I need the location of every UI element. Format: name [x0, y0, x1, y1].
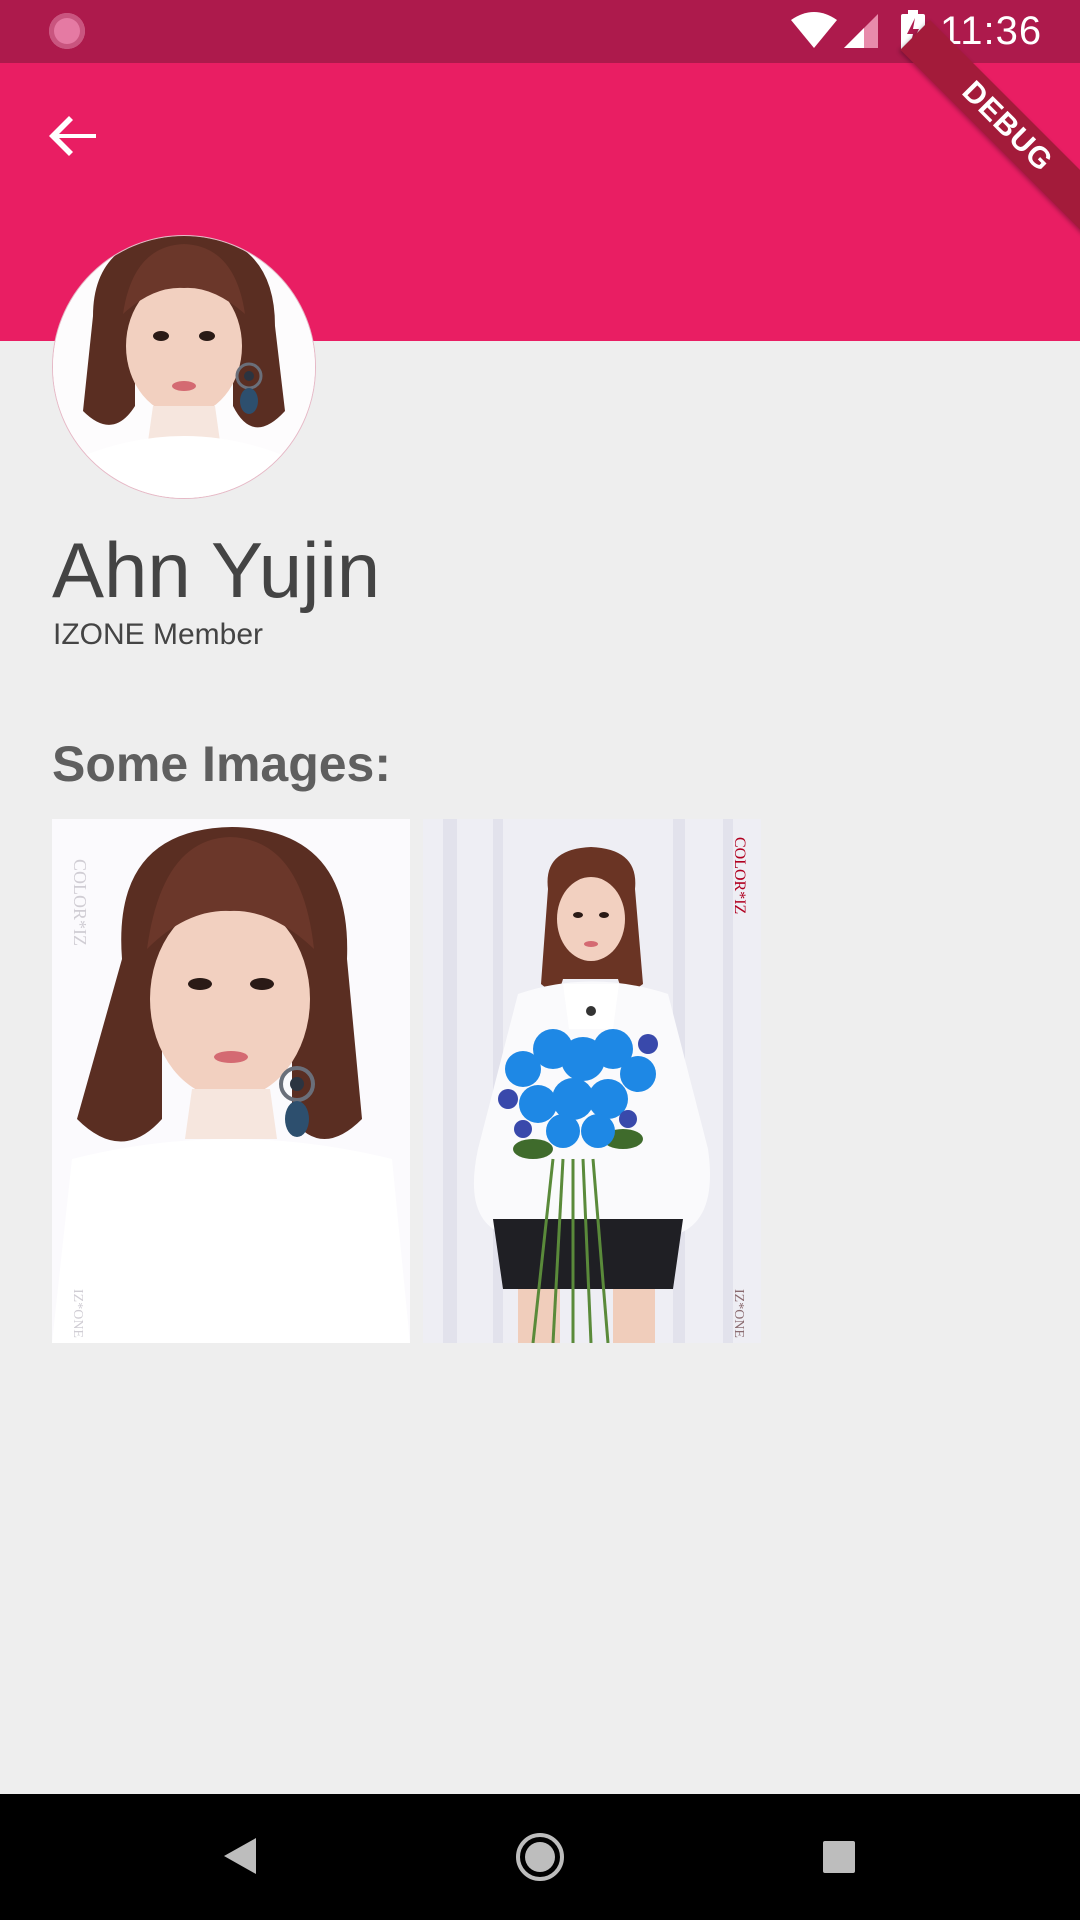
svg-text:IZ*ONE: IZ*ONE	[731, 1289, 746, 1338]
profile-name: Ahn Yujin	[52, 526, 381, 614]
wifi-icon	[791, 12, 837, 48]
svg-text:IZ*ONE: IZ*ONE	[70, 1289, 85, 1338]
nav-back-icon[interactable]	[222, 1836, 258, 1876]
nav-recents-icon[interactable]	[822, 1840, 856, 1874]
svg-text:COLOR*IZ: COLOR*IZ	[731, 837, 748, 914]
avatar	[52, 235, 316, 499]
bouquet-photo: COLOR*IZ IZ*ONE	[423, 819, 761, 1343]
gallery-photo[interactable]: COLOR*IZ IZ*ONE	[423, 819, 761, 1343]
profile-role: IZONE Member	[53, 618, 264, 651]
back-button[interactable]	[40, 102, 108, 170]
arrow-back-icon	[49, 116, 96, 156]
svg-text:COLOR*IZ: COLOR*IZ	[70, 859, 90, 946]
signal-icon	[844, 14, 878, 48]
gallery-photo[interactable]: COLOR*IZ IZ*ONE	[52, 819, 410, 1343]
loading-indicator-icon	[49, 13, 85, 49]
avatar-portrait	[53, 236, 315, 498]
nav-home-icon[interactable]	[514, 1831, 566, 1883]
gallery-title: Some Images:	[52, 736, 392, 792]
profile-screen: 11:36 DEBUG Ahn Yujin IZONE Member Some …	[0, 0, 1080, 1920]
portrait-photo: COLOR*IZ IZ*ONE	[52, 819, 410, 1343]
